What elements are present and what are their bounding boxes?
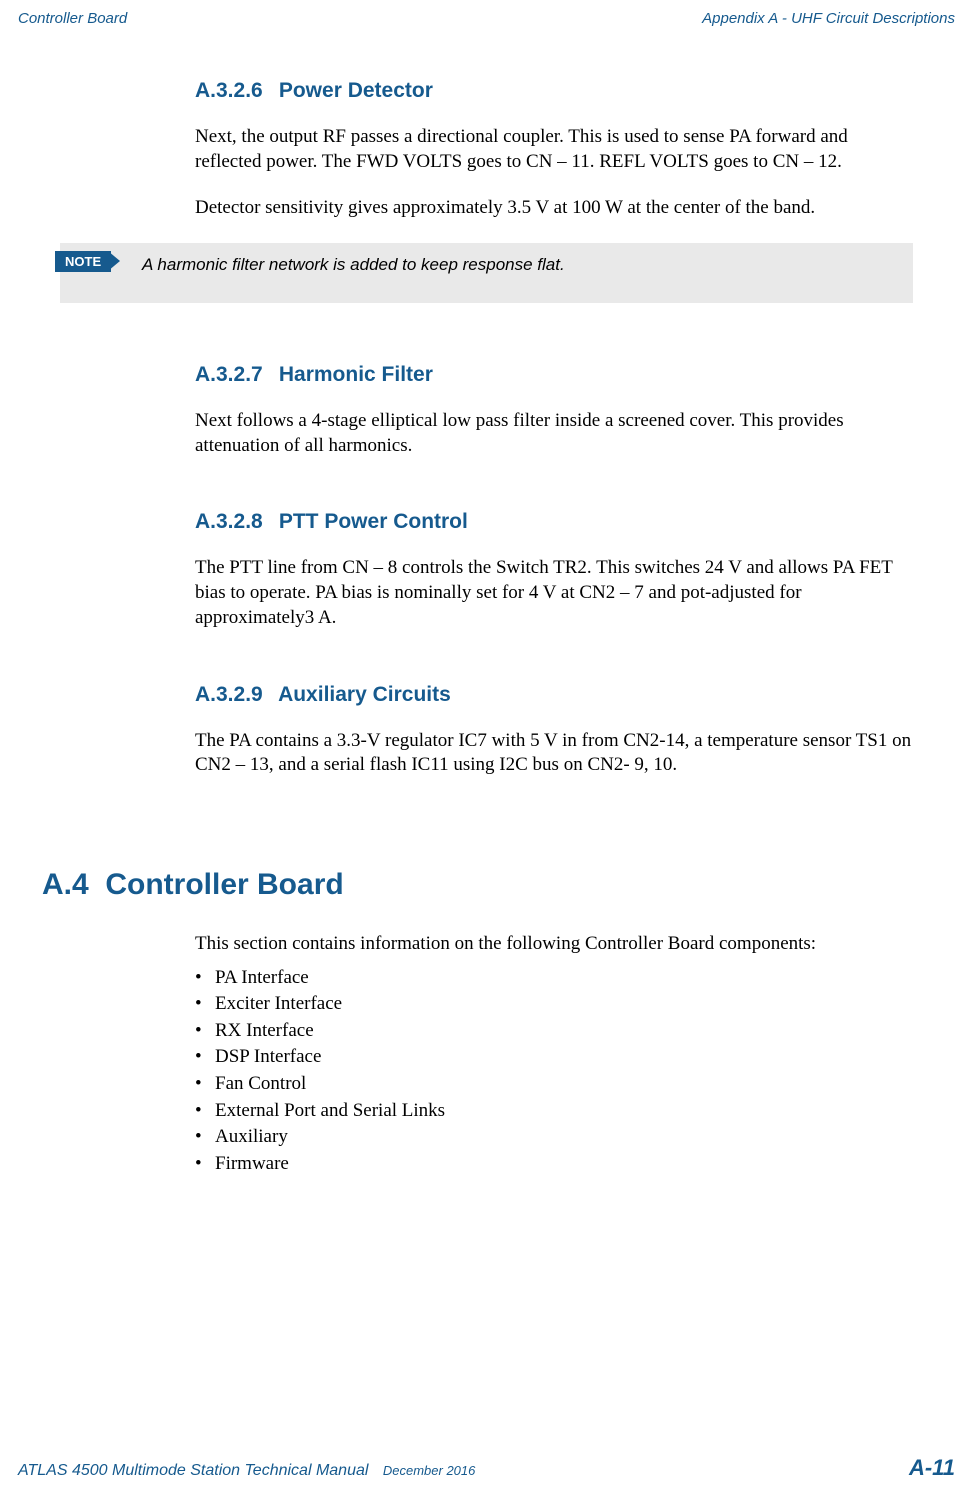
list-item: DSP Interface [195, 1044, 913, 1071]
note-arrow-icon [108, 251, 120, 271]
chapter-number: A.4 [42, 868, 97, 902]
list-item: PA Interface [195, 965, 913, 992]
component-list: PA Interface Exciter Interface RX Interf… [195, 965, 913, 1178]
chapter-title: Controller Board [105, 868, 343, 901]
note-callout: NOTE A harmonic filter network is added … [60, 243, 913, 303]
heading-title: Power Detector [279, 79, 433, 102]
heading-number: A.3.2.9 [195, 683, 273, 707]
list-item: Exciter Interface [195, 991, 913, 1018]
list-item: External Port and Serial Links [195, 1098, 913, 1125]
list-item: Firmware [195, 1151, 913, 1178]
heading-title: PTT Power Control [279, 510, 468, 533]
header-left: Controller Board [18, 10, 127, 27]
page-content: A.3.2.6 Power Detector Next, the output … [0, 79, 973, 1177]
page-header: Controller Board Appendix A - UHF Circui… [0, 0, 973, 27]
paragraph: Next, the output RF passes a directional… [195, 125, 913, 174]
heading-harmonic-filter: A.3.2.7 Harmonic Filter [195, 363, 913, 387]
heading-auxiliary-circuits: A.3.2.9 Auxiliary Circuits [195, 683, 913, 707]
footer-left-group: ATLAS 4500 Multimode Station Technical M… [18, 1462, 475, 1480]
heading-title: Harmonic Filter [279, 363, 433, 386]
footer-page-number: A-11 [909, 1455, 955, 1481]
footer-date: December 2016 [383, 1463, 476, 1478]
heading-controller-board: A.4 Controller Board [42, 868, 913, 902]
paragraph: Next follows a 4-stage elliptical low pa… [195, 409, 913, 458]
note-badge: NOTE [55, 251, 111, 272]
heading-number: A.3.2.8 [195, 510, 273, 534]
header-right: Appendix A - UHF Circuit Descriptions [702, 10, 955, 27]
heading-title: Auxiliary Circuits [278, 683, 451, 706]
page-footer: ATLAS 4500 Multimode Station Technical M… [18, 1455, 955, 1481]
paragraph: The PA contains a 3.3-V regulator IC7 wi… [195, 729, 913, 778]
heading-power-detector: A.3.2.6 Power Detector [195, 79, 913, 103]
note-text: A harmonic filter network is added to ke… [142, 255, 893, 275]
list-item: RX Interface [195, 1018, 913, 1045]
heading-ptt-power-control: A.3.2.8 PTT Power Control [195, 510, 913, 534]
list-item: Fan Control [195, 1071, 913, 1098]
heading-number: A.3.2.7 [195, 363, 273, 387]
paragraph: This section contains information on the… [195, 932, 913, 957]
heading-number: A.3.2.6 [195, 79, 273, 103]
paragraph: The PTT line from CN – 8 controls the Sw… [195, 556, 913, 630]
paragraph: Detector sensitivity gives approximately… [195, 196, 913, 221]
footer-manual-title: ATLAS 4500 Multimode Station Technical M… [18, 1462, 368, 1479]
list-item: Auxiliary [195, 1124, 913, 1151]
